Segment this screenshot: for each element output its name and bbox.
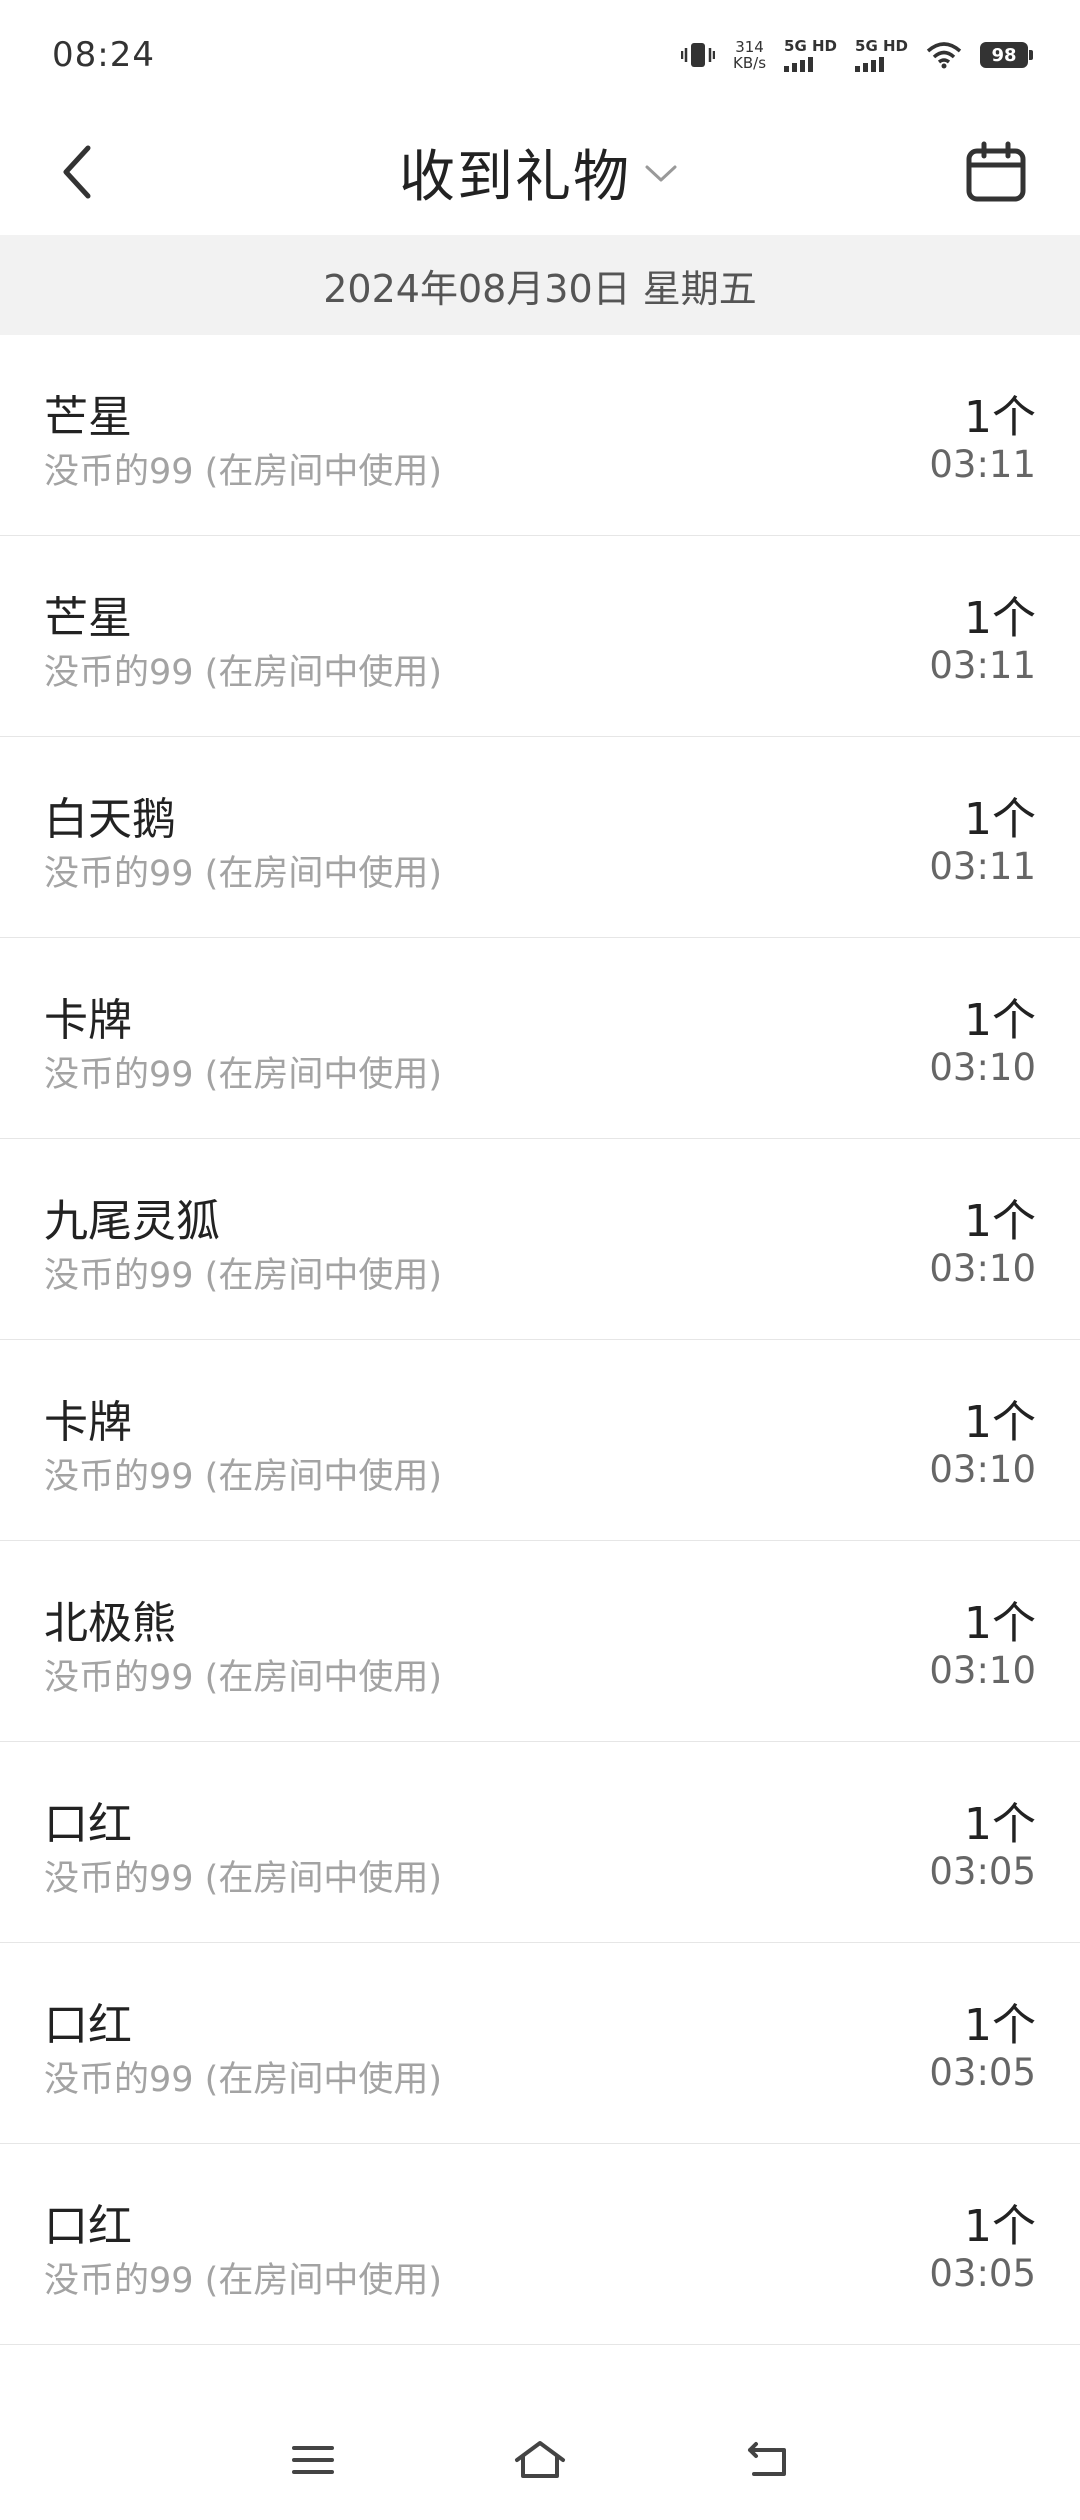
page-title: 收到礼物 bbox=[399, 145, 631, 210]
gift-source: 没币的99 (在房间中使用) bbox=[44, 1658, 442, 1698]
list-item[interactable]: 九尾灵狐 没币的99 (在房间中使用) 1个 03:10 bbox=[0, 1139, 1080, 1340]
gift-source: 没币的99 (在房间中使用) bbox=[44, 653, 442, 693]
gift-source: 没币的99 (在房间中使用) bbox=[44, 1256, 442, 1296]
gift-source: 没币的99 (在房间中使用) bbox=[44, 2261, 442, 2301]
home-icon bbox=[514, 2441, 565, 2478]
vibrate-icon bbox=[681, 43, 716, 67]
title-dropdown[interactable]: 收到礼物 bbox=[399, 132, 681, 213]
gift-count: 1个 bbox=[964, 1799, 1036, 1850]
gift-count: 1个 bbox=[964, 1196, 1036, 1247]
chevron-down-icon bbox=[645, 165, 677, 181]
gift-name: 卡牌 bbox=[44, 995, 132, 1046]
list-item[interactable]: 卡牌 没币的99 (在房间中使用) 1个 03:10 bbox=[0, 1340, 1080, 1541]
gift-time: 03:10 bbox=[929, 1448, 1036, 1491]
system-nav-bar bbox=[0, 2400, 1080, 2520]
gift-time: 03:10 bbox=[929, 1649, 1036, 1692]
gift-name: 口红 bbox=[44, 2000, 132, 2051]
gift-time: 03:10 bbox=[929, 1247, 1036, 1290]
nav-back-button[interactable] bbox=[727, 2420, 807, 2500]
sim1-signal: 5G HD bbox=[784, 38, 837, 72]
gift-name: 口红 bbox=[44, 2201, 132, 2252]
gift-source: 没币的99 (在房间中使用) bbox=[44, 854, 442, 894]
gift-time: 03:05 bbox=[929, 1850, 1036, 1893]
list-item[interactable]: 卡牌 没币的99 (在房间中使用) 1个 03:10 bbox=[0, 938, 1080, 1139]
calendar-button[interactable] bbox=[956, 134, 1036, 214]
battery-indicator: 98 bbox=[980, 42, 1033, 68]
list-item[interactable]: 白天鹅 没币的99 (在房间中使用) 1个 03:11 bbox=[0, 737, 1080, 938]
gift-count: 1个 bbox=[964, 995, 1036, 1046]
status-bar: 08:24 314 KB/s 5G HD 5G HD 98 bbox=[0, 0, 1080, 110]
signal-bars-icon bbox=[784, 56, 814, 72]
list-item[interactable]: 口红 没币的99 (在房间中使用) 1个 03:05 bbox=[0, 2144, 1080, 2345]
list-item[interactable]: 口红 没币的99 (在房间中使用) 1个 03:05 bbox=[0, 1742, 1080, 1943]
gift-time: 03:05 bbox=[929, 2051, 1036, 2094]
menu-icon bbox=[292, 2446, 335, 2474]
gift-count: 1个 bbox=[964, 2201, 1036, 2252]
nav-home-button[interactable] bbox=[500, 2420, 580, 2500]
gift-name: 芒星 bbox=[44, 593, 132, 644]
gift-count: 1个 bbox=[964, 794, 1036, 845]
gift-name: 白天鹅 bbox=[44, 794, 176, 845]
gift-name: 卡牌 bbox=[44, 1397, 132, 1448]
sim1-label: 5G HD bbox=[784, 37, 838, 55]
gift-name: 北极熊 bbox=[44, 1598, 176, 1649]
list-item[interactable]: 芒星 没币的99 (在房间中使用) 1个 03:11 bbox=[0, 335, 1080, 536]
gift-count: 1个 bbox=[964, 2000, 1036, 2051]
date-header: 2024年08月30日 星期五 bbox=[0, 235, 1080, 335]
list-item[interactable]: 芒星 没币的99 (在房间中使用) 1个 03:11 bbox=[0, 536, 1080, 737]
back-chevron-icon bbox=[63, 145, 91, 199]
sim2-label: 5G HD bbox=[855, 37, 908, 55]
gift-count: 1个 bbox=[964, 392, 1036, 443]
gift-source: 没币的99 (在房间中使用) bbox=[44, 1457, 442, 1497]
gift-time: 03:11 bbox=[929, 845, 1036, 888]
header: 收到礼物 bbox=[0, 110, 1080, 235]
net-speed: 314 KB/s bbox=[733, 39, 766, 71]
gift-source: 没币的99 (在房间中使用) bbox=[44, 1055, 442, 1095]
back-button[interactable] bbox=[50, 134, 110, 210]
calendar-icon bbox=[966, 141, 1026, 202]
gift-count: 1个 bbox=[964, 1397, 1036, 1448]
gift-time: 03:11 bbox=[929, 443, 1036, 486]
gift-count: 1个 bbox=[964, 1598, 1036, 1649]
gift-count: 1个 bbox=[964, 593, 1036, 644]
gift-source: 没币的99 (在房间中使用) bbox=[44, 1859, 442, 1899]
gift-name: 口红 bbox=[44, 1799, 132, 1850]
gift-name: 九尾灵狐 bbox=[44, 1196, 220, 1247]
return-icon bbox=[747, 2442, 786, 2476]
gift-time: 03:10 bbox=[929, 1046, 1036, 1089]
signal-bars-icon bbox=[855, 56, 885, 72]
status-icons: 314 KB/s 5G HD 5G HD 98 bbox=[681, 38, 1033, 72]
list-item[interactable]: 北极熊 没币的99 (在房间中使用) 1个 03:10 bbox=[0, 1541, 1080, 1742]
gift-list: 芒星 没币的99 (在房间中使用) 1个 03:11 芒星 没币的99 (在房间… bbox=[0, 335, 1080, 2345]
gift-name: 芒星 bbox=[44, 392, 132, 443]
status-time: 08:24 bbox=[52, 35, 155, 75]
list-item[interactable]: 口红 没币的99 (在房间中使用) 1个 03:05 bbox=[0, 1943, 1080, 2144]
gift-time: 03:11 bbox=[929, 644, 1036, 687]
gift-source: 没币的99 (在房间中使用) bbox=[44, 452, 442, 492]
wifi-icon bbox=[926, 42, 962, 69]
nav-menu-button[interactable] bbox=[273, 2420, 353, 2500]
gift-source: 没币的99 (在房间中使用) bbox=[44, 2060, 442, 2100]
net-speed-unit: KB/s bbox=[733, 54, 767, 72]
gift-time: 03:05 bbox=[929, 2252, 1036, 2295]
net-speed-value: 314 bbox=[735, 38, 764, 56]
sim2-signal: 5G HD bbox=[855, 38, 908, 72]
